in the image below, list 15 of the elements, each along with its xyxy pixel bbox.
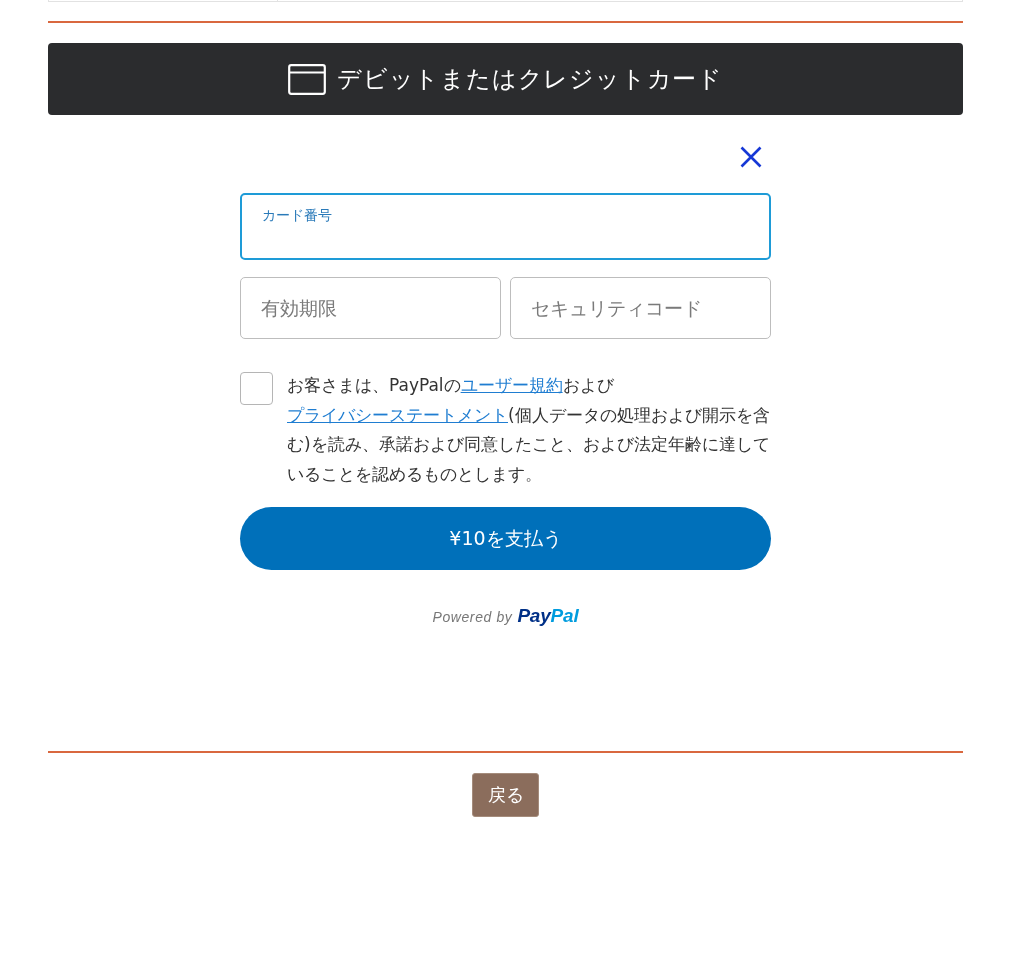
expiry-date-field[interactable]: 有効期限 xyxy=(240,277,501,339)
powered-by-text: Powered by xyxy=(432,609,513,625)
close-icon xyxy=(740,146,762,168)
back-button[interactable]: 戻る xyxy=(472,773,539,817)
paypal-logo: PayPal xyxy=(517,605,579,627)
card-number-field[interactable]: カード番号 xyxy=(240,193,771,260)
consent-text: お客さまは、PayPalのユーザー規約および プライバシーステートメント(個人データの処理および開示を含む)を読み、承諾および同意したこと、および法定年齢に達していることを認めるものとします。 xyxy=(287,374,771,486)
privacy-statement-link[interactable]: プライバシーステートメント xyxy=(287,404,508,425)
credit-card-icon xyxy=(288,63,326,95)
security-code-field[interactable]: セキュリティコード xyxy=(510,277,771,339)
header-title: デビットまたはクレジットカード xyxy=(337,64,723,94)
consent-checkbox[interactable] xyxy=(240,372,273,405)
user-agreement-link[interactable]: ユーザー規約 xyxy=(460,375,563,395)
pay-button[interactable]: ¥10を支払う xyxy=(240,507,771,570)
close-button[interactable] xyxy=(740,146,762,168)
